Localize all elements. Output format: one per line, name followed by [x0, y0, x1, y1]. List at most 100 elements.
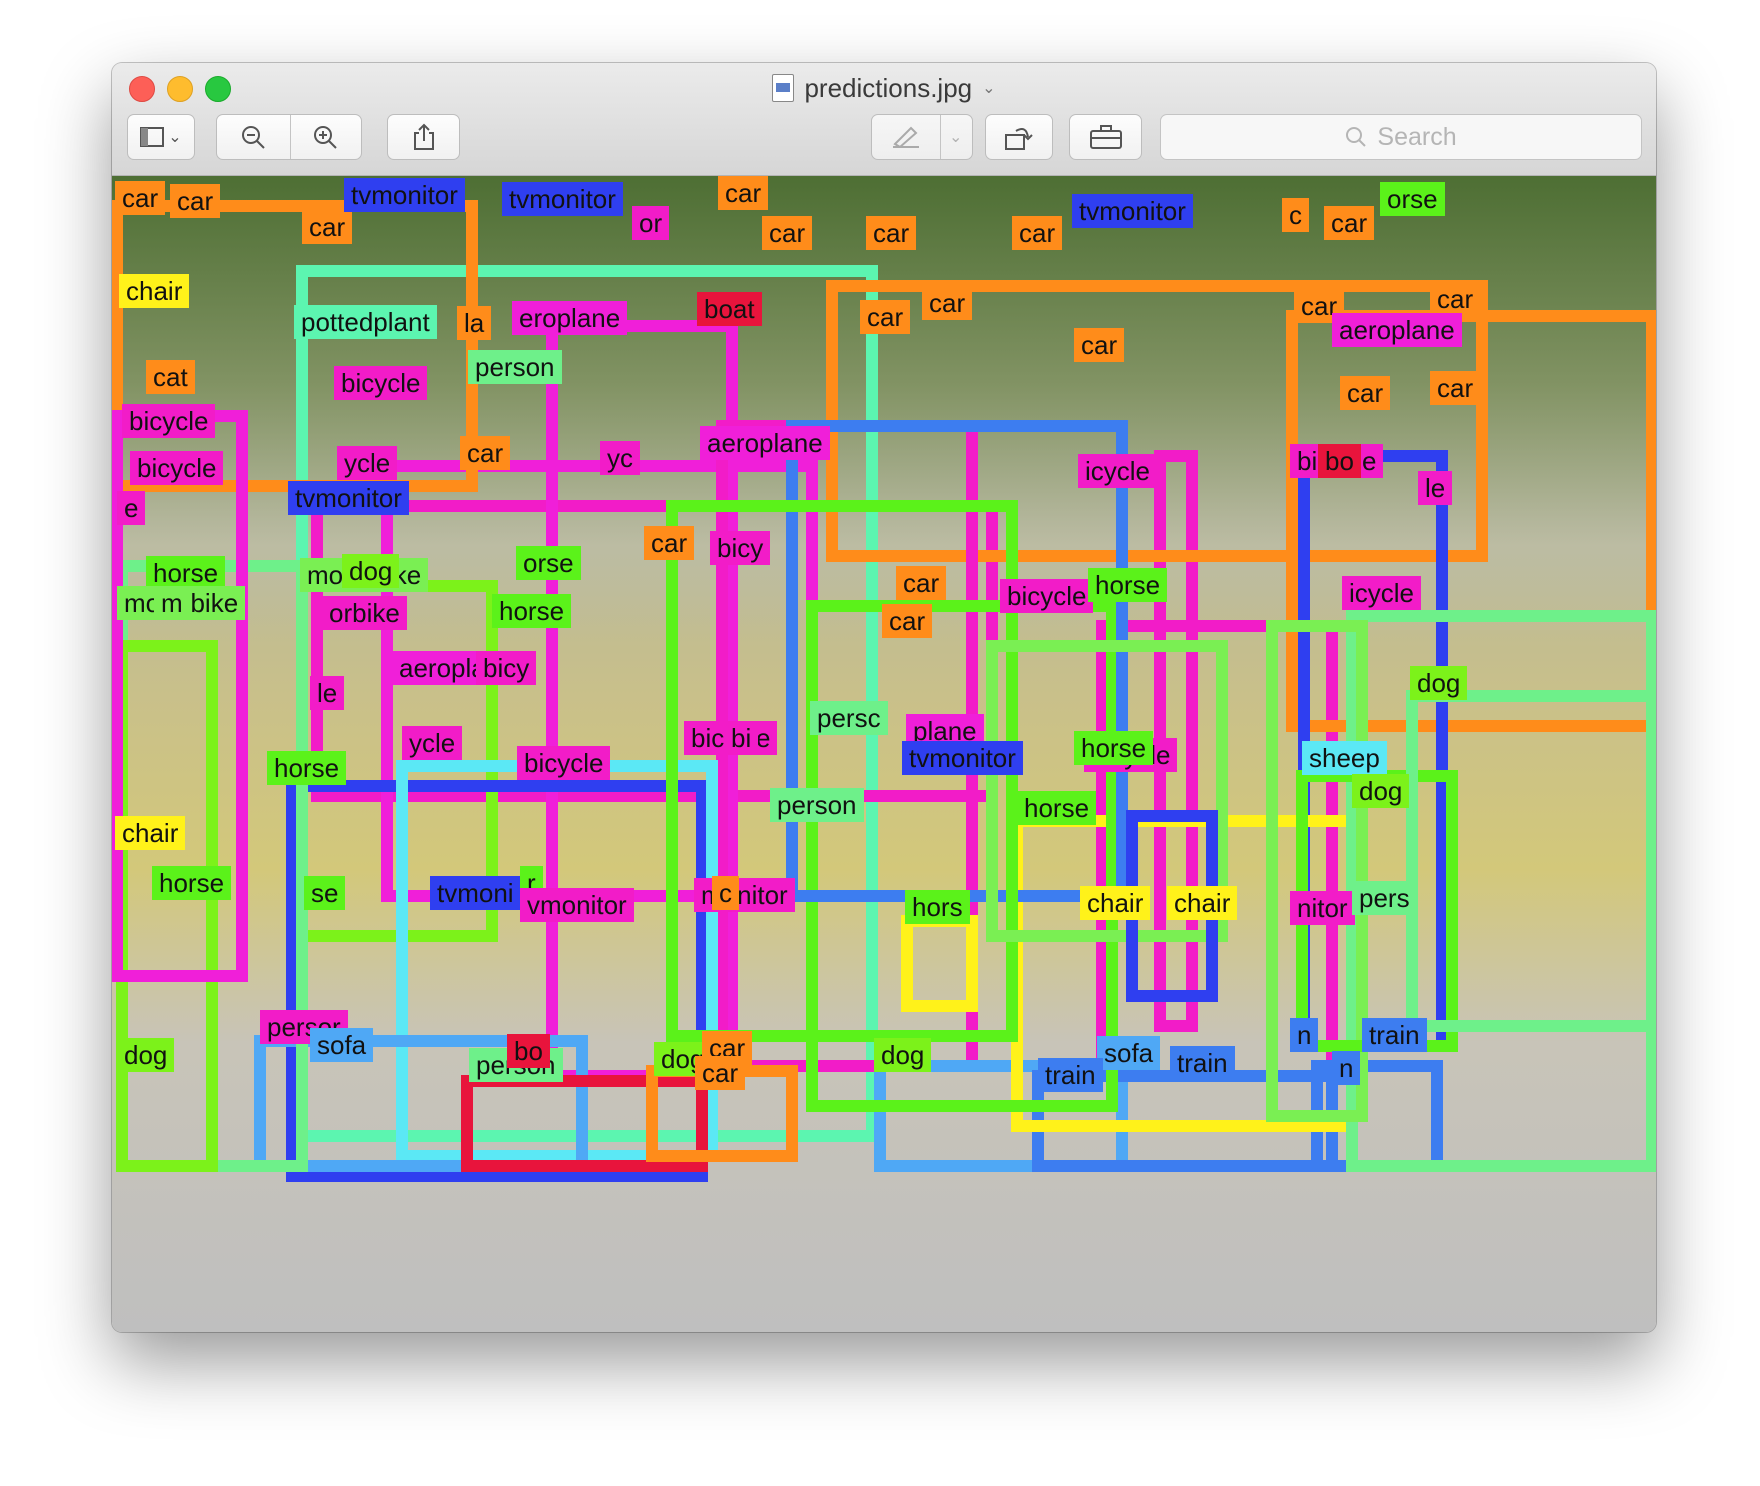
detection-label: horse [492, 594, 572, 628]
detection-box [901, 915, 978, 1012]
markup-menu-button[interactable]: ⌄ [939, 115, 972, 159]
zoom-out-icon [242, 126, 265, 149]
detection-label: car [695, 1056, 746, 1090]
detection-label: vmonitor [520, 888, 634, 922]
segment-divider [290, 115, 291, 159]
detection-label: car [302, 210, 353, 244]
detection-overlay: car car car tvmonitor tvmonitor or car car car ca… [112, 176, 1656, 1332]
detection-label: le [310, 676, 345, 710]
sidebar-button[interactable]: ⌄ [127, 114, 195, 160]
detection-label: chair [1167, 886, 1238, 920]
detection-label: orse [516, 546, 581, 580]
markup-button[interactable] [872, 115, 939, 159]
detection-label: car [115, 181, 166, 215]
detection-label: horse [152, 866, 232, 900]
search-field[interactable]: Search [1160, 114, 1642, 160]
title-bar: predictions.jpg ⌄ ⌄ ⌄ Search [112, 63, 1656, 176]
detection-label: la [457, 306, 492, 340]
detection-label: bicy [710, 531, 771, 565]
zoom-control [216, 114, 362, 160]
detection-label: ycle [337, 446, 398, 480]
sidebar-icon [140, 127, 165, 147]
detection-label: boat [697, 292, 762, 326]
detection-label: bicycle [1000, 579, 1094, 613]
chevron-down-icon: ⌄ [948, 129, 963, 146]
detection-label: dog [1352, 774, 1410, 808]
detection-label: bo [1318, 444, 1361, 478]
share-icon [413, 123, 434, 150]
detection-label: horse [1088, 568, 1168, 602]
markup-control: ⌄ [871, 114, 973, 160]
detection-label: sheep [1302, 741, 1387, 775]
detection-label: person [770, 788, 864, 822]
detection-label: car [860, 300, 911, 334]
detection-label: yc [600, 441, 640, 475]
detection-label: chair [119, 274, 190, 308]
detection-label: car [922, 286, 973, 320]
detection-label: bicycle [517, 746, 611, 780]
image-viewport[interactable]: car car car tvmonitor tvmonitor or car car car ca… [112, 176, 1656, 1332]
search-placeholder: Search [1377, 122, 1457, 151]
detection-label: aeroplane [700, 426, 830, 460]
detection-label: m [154, 586, 190, 620]
detection-label: tvmonitor [502, 182, 623, 216]
detection-box [112, 200, 478, 492]
detection-label: dog [342, 554, 400, 588]
detection-label: bicycle [122, 404, 216, 438]
detection-label: n [1290, 1018, 1319, 1052]
detection-label: train [1170, 1046, 1235, 1080]
detection-label: car [1340, 376, 1391, 410]
detection-label: eroplane [512, 301, 628, 335]
rotate-icon [1005, 128, 1033, 150]
detection-label: dog [874, 1038, 932, 1072]
detection-label: horse [1074, 731, 1154, 765]
detection-label: bicy [476, 651, 537, 685]
zoom-in-icon [314, 126, 337, 149]
chevron-down-icon: ⌄ [168, 129, 182, 146]
detection-label: horse [146, 556, 226, 590]
detection-label: bi [724, 721, 759, 755]
rotate-button[interactable] [985, 114, 1053, 160]
toolbox-button[interactable] [1069, 114, 1142, 160]
detection-label: car [762, 216, 813, 250]
detection-label: c [712, 876, 739, 910]
detection-label: orbike [322, 596, 407, 630]
detection-label: tvmoni [430, 876, 521, 910]
preview-window: predictions.jpg ⌄ ⌄ ⌄ Search car car car… [112, 63, 1656, 1332]
detection-label: le [1418, 471, 1453, 505]
detection-label: or [632, 206, 670, 240]
detection-label: car [1074, 328, 1125, 362]
detection-label: n [1332, 1051, 1361, 1085]
detection-label: icycle [1342, 576, 1422, 610]
search-icon [1346, 127, 1367, 147]
detection-label: car [866, 216, 917, 250]
detection-label: sofa [1097, 1036, 1161, 1070]
segment-divider [940, 115, 941, 159]
detection-label: car [1430, 371, 1481, 405]
detection-label: car [644, 526, 695, 560]
detection-label: tvmonitor [1072, 194, 1193, 228]
detection-label: bicycle [334, 366, 428, 400]
detection-label: nitor [1290, 891, 1355, 925]
detection-label: dog [117, 1038, 175, 1072]
detection-label: horse [1017, 791, 1097, 825]
window-title[interactable]: predictions.jpg ⌄ [112, 71, 1656, 105]
detection-box [116, 640, 218, 1172]
detection-label: chair [1080, 886, 1151, 920]
detection-label: aeroplane [1332, 313, 1462, 347]
share-button[interactable] [387, 114, 460, 160]
detection-label: sofa [310, 1028, 374, 1062]
chevron-down-icon: ⌄ [982, 80, 996, 97]
detection-label: bicycle [130, 451, 224, 485]
zoom-in-button[interactable] [289, 115, 361, 159]
pen-icon [892, 126, 919, 148]
detection-label: cat [146, 360, 195, 394]
detection-label: icycle [1078, 454, 1158, 488]
detection-label: person [468, 350, 562, 384]
detection-label: orse [1380, 182, 1445, 216]
zoom-out-button[interactable] [217, 115, 289, 159]
detection-label: chair [115, 816, 186, 850]
detection-label: car [460, 436, 511, 470]
detection-label: e [117, 491, 146, 525]
detection-label: car [896, 566, 947, 600]
